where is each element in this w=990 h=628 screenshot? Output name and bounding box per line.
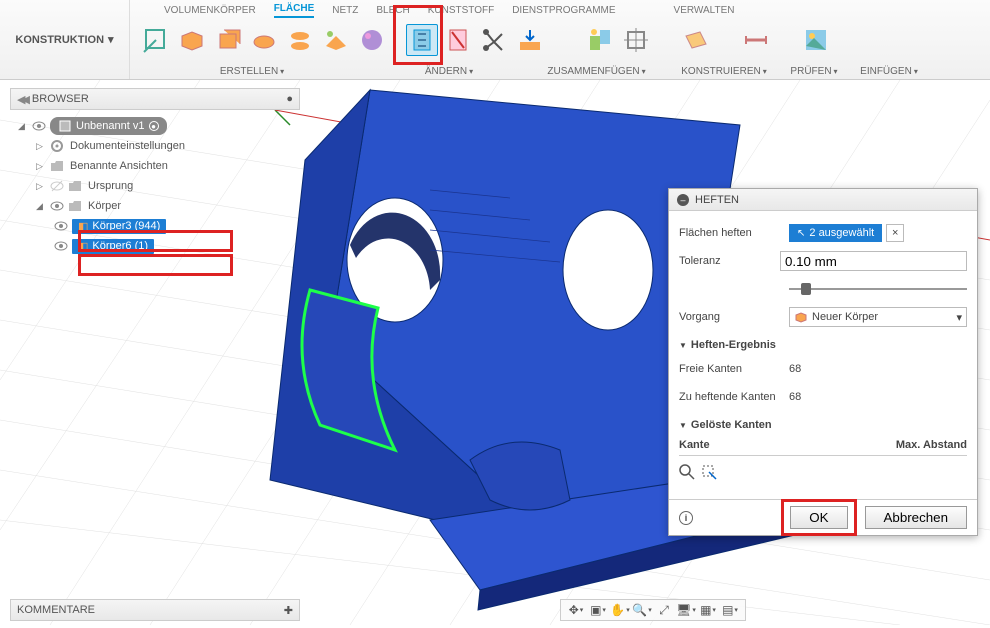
joint-origin-icon[interactable] bbox=[620, 24, 652, 56]
ribbon-tools bbox=[130, 18, 990, 63]
tree-item-ursprung[interactable]: ▷ Ursprung bbox=[14, 176, 300, 196]
vorgang-select[interactable]: Neuer Körper ▾ bbox=[789, 307, 967, 327]
section-ergebnis[interactable]: Heften-Ergebnis bbox=[679, 339, 967, 351]
folder-icon bbox=[68, 179, 84, 193]
revolve-icon[interactable] bbox=[212, 24, 244, 56]
tree-expand-icon[interactable]: ▷ bbox=[36, 181, 46, 192]
group-erstellen[interactable]: ERSTELLEN bbox=[130, 63, 374, 79]
tab-volumenkoerper[interactable]: VOLUMENKÖRPER bbox=[164, 3, 256, 18]
plane-icon[interactable] bbox=[680, 24, 712, 56]
tree-toggle-icon[interactable]: ◢ bbox=[18, 121, 28, 132]
konstruktion-dropdown[interactable]: KONSTRUKTION ▾ bbox=[0, 0, 130, 79]
cursor-icon: ↖ bbox=[797, 228, 805, 239]
grid-icon[interactable]: ▦ bbox=[699, 601, 717, 619]
eye-icon[interactable] bbox=[54, 219, 68, 233]
toleranz-label: Toleranz bbox=[679, 255, 780, 267]
sweep-icon[interactable] bbox=[248, 24, 280, 56]
zoom-icon[interactable] bbox=[679, 464, 695, 483]
lookat-icon[interactable]: ▣ bbox=[589, 601, 607, 619]
caret-icon: ▾ bbox=[956, 311, 962, 324]
ribbon: KONSTRUKTION ▾ VOLUMENKÖRPER FLÄCHE NETZ… bbox=[0, 0, 990, 80]
freie-value: 68 bbox=[789, 363, 801, 375]
kommentare-label: KOMMENTARE bbox=[17, 604, 95, 616]
group-aendern[interactable]: ÄNDERN bbox=[374, 63, 524, 79]
unstitch-icon[interactable] bbox=[442, 24, 474, 56]
tree-item-ansichten[interactable]: ▷ Benannte Ansichten bbox=[14, 156, 300, 176]
measure-icon[interactable] bbox=[740, 24, 772, 56]
cancel-button[interactable]: Abbrechen bbox=[865, 506, 967, 529]
viewports-icon[interactable]: ▤ bbox=[721, 601, 739, 619]
heften-dialog: – HEFTEN Flächen heften ↖2 ausgewählt × … bbox=[668, 188, 978, 536]
eye-off-icon[interactable] bbox=[50, 179, 64, 193]
konstruktion-label: KONSTRUKTION bbox=[15, 34, 104, 46]
orbit-icon[interactable]: ✥ bbox=[567, 601, 585, 619]
toleranz-input[interactable] bbox=[780, 251, 967, 271]
browser-title: BROWSER bbox=[32, 93, 89, 105]
highlight-body3 bbox=[78, 230, 233, 252]
select-edges-icon[interactable] bbox=[701, 464, 717, 483]
newbody-icon bbox=[794, 310, 808, 324]
insert-icon[interactable] bbox=[800, 24, 832, 56]
tree-toggle-icon[interactable]: ◢ bbox=[36, 201, 46, 212]
vorgang-label: Vorgang bbox=[679, 311, 789, 323]
dialog-title: HEFTEN bbox=[695, 194, 739, 206]
highlight-stitch-tool bbox=[393, 5, 443, 65]
eye-icon[interactable] bbox=[54, 239, 68, 253]
dialog-titlebar[interactable]: – HEFTEN bbox=[669, 189, 977, 211]
browser-header[interactable]: ◀◀ BROWSER ● bbox=[10, 88, 300, 110]
folder-icon bbox=[68, 199, 84, 213]
collapse-dot-icon[interactable]: ● bbox=[286, 93, 293, 105]
zoom-icon[interactable]: 🔍 bbox=[633, 601, 651, 619]
trim-icon[interactable] bbox=[478, 24, 510, 56]
patch-icon[interactable] bbox=[320, 24, 352, 56]
edges-table-head: Kante Max. Abstand bbox=[679, 435, 967, 456]
info-icon[interactable]: i bbox=[679, 511, 693, 525]
tree-expand-icon[interactable]: ▷ bbox=[36, 161, 46, 172]
flaechen-label: Flächen heften bbox=[679, 227, 789, 239]
joint-icon[interactable] bbox=[584, 24, 616, 56]
folder-icon bbox=[50, 159, 66, 173]
tab-flaeche[interactable]: FLÄCHE bbox=[274, 1, 315, 18]
group-pruefen[interactable]: PRÜFEN bbox=[779, 63, 849, 79]
tab-netz[interactable]: NETZ bbox=[332, 3, 358, 18]
tab-dienstprogramme[interactable]: DIENSTPROGRAMME bbox=[512, 3, 615, 18]
tree-item-dokument[interactable]: ▷ Dokumenteinstellungen bbox=[14, 136, 300, 156]
extend-icon[interactable] bbox=[514, 24, 546, 56]
freie-label: Freie Kanten bbox=[679, 363, 789, 375]
minimize-icon[interactable]: – bbox=[677, 194, 689, 206]
gear-icon bbox=[50, 139, 66, 153]
tree-expand-icon[interactable]: ▷ bbox=[36, 141, 46, 152]
highlight-ok: OK bbox=[781, 499, 856, 536]
ribbon-tabs: VOLUMENKÖRPER FLÄCHE NETZ BLECH KUNSTSTO… bbox=[130, 0, 990, 18]
expand-icon[interactable]: ✚ bbox=[284, 604, 293, 617]
eye-icon[interactable] bbox=[32, 119, 46, 133]
loft-icon[interactable] bbox=[284, 24, 316, 56]
selection-chip[interactable]: ↖2 ausgewählt bbox=[789, 224, 882, 242]
group-einfuegen[interactable]: EINFÜGEN bbox=[849, 63, 929, 79]
fit-icon[interactable]: ⤢ bbox=[655, 601, 673, 619]
toleranz-slider[interactable] bbox=[789, 281, 967, 297]
group-zusammen[interactable]: ZUSAMMENFÜGEN bbox=[524, 63, 669, 79]
section-geloeste[interactable]: Gelöste Kanten bbox=[679, 419, 967, 431]
tab-verwalten[interactable]: VERWALTEN bbox=[674, 3, 735, 18]
pan-icon[interactable]: ✋ bbox=[611, 601, 629, 619]
kommentare-bar[interactable]: KOMMENTARE ✚ bbox=[10, 599, 300, 621]
highlight-body6 bbox=[78, 254, 233, 276]
root-badge: Unbenannt v1 ● bbox=[50, 117, 167, 135]
tree-item-koerper-folder[interactable]: ◢ Körper bbox=[14, 196, 300, 216]
collapse-arrows-icon[interactable]: ◀◀ bbox=[17, 93, 26, 106]
zuheft-value: 68 bbox=[789, 391, 801, 403]
caret-icon: ▾ bbox=[108, 33, 114, 46]
sketch-icon[interactable] bbox=[140, 24, 172, 56]
clear-selection-button[interactable]: × bbox=[886, 224, 904, 242]
group-konstruieren[interactable]: KONSTRUIEREN bbox=[669, 63, 779, 79]
zuheft-label: Zu heftende Kanten bbox=[679, 391, 789, 403]
view-toolbar: ✥ ▣ ✋ 🔍 ⤢ 🖥 ▦ ▤ bbox=[560, 599, 746, 621]
display-icon[interactable]: 🖥 bbox=[677, 601, 695, 619]
form-icon[interactable] bbox=[356, 24, 388, 56]
eye-icon[interactable] bbox=[50, 199, 64, 213]
extrude-icon[interactable] bbox=[176, 24, 208, 56]
ok-button[interactable]: OK bbox=[790, 506, 847, 529]
tree-root[interactable]: ◢ Unbenannt v1 ● bbox=[14, 116, 300, 136]
